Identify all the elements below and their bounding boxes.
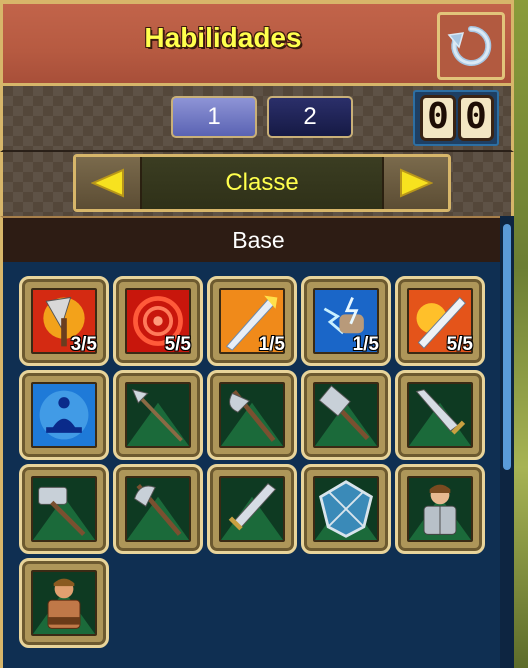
class-prev-button[interactable]: [76, 157, 142, 209]
skill-level: 3/5: [70, 334, 97, 355]
points-digit: 0: [458, 95, 494, 141]
page-selector-row: 1 2 0 0: [0, 86, 514, 152]
panel-header: Habilidades: [0, 0, 514, 86]
skills-panel: Habilidades 1 2 0 0 Classe Base 3/5 5/5 …: [0, 0, 514, 668]
sword-icon: [407, 382, 473, 448]
battle-axe-icon: [219, 382, 285, 448]
skill-slot[interactable]: [113, 370, 203, 460]
skill-slot[interactable]: [19, 558, 109, 648]
scrollbar[interactable]: [500, 216, 514, 668]
class-label: Classe: [225, 169, 299, 196]
skill-slot[interactable]: [19, 464, 109, 554]
scrollbar-thumb[interactable]: [503, 224, 511, 470]
double-axe-icon: [125, 476, 191, 542]
skill-slot[interactable]: 3/5: [19, 276, 109, 366]
skill-slot[interactable]: [113, 464, 203, 554]
panel-title: Habilidades: [144, 22, 302, 53]
class-selector-row: Classe: [0, 152, 514, 216]
meditation-icon: [31, 382, 97, 448]
broadsword-icon: [219, 476, 285, 542]
arrow-left-icon: [91, 168, 124, 198]
skill-slot[interactable]: 1/5: [301, 276, 391, 366]
armored-knight-icon: [407, 476, 473, 542]
skill-level: 1/5: [352, 334, 379, 355]
points-digit: 0: [420, 95, 456, 141]
skill-slot[interactable]: 1/5: [207, 276, 297, 366]
skill-level: 5/5: [164, 334, 191, 355]
skill-points-counter: 0 0: [413, 90, 499, 146]
skill-level: 1/5: [258, 334, 285, 355]
hammer-icon: [31, 476, 97, 542]
barbarian-icon: [31, 570, 97, 636]
skill-slot[interactable]: 5/5: [395, 276, 485, 366]
spear-icon: [125, 382, 191, 448]
skill-grid: 3/5 5/5 1/5 1/5 5/5: [0, 262, 514, 668]
class-next-button[interactable]: [382, 157, 448, 209]
skill-level: 5/5: [446, 334, 473, 355]
skill-slot[interactable]: [301, 370, 391, 460]
skill-slot[interactable]: [395, 370, 485, 460]
skill-slot[interactable]: 5/5: [113, 276, 203, 366]
refresh-button[interactable]: [437, 12, 505, 80]
skill-slot[interactable]: [395, 464, 485, 554]
page-tab-1[interactable]: 1: [171, 96, 257, 138]
skill-slot[interactable]: [19, 370, 109, 460]
skill-slot[interactable]: [207, 370, 297, 460]
arrow-right-icon: [400, 168, 433, 198]
class-selector: Classe: [73, 154, 451, 212]
skill-slot[interactable]: [207, 464, 297, 554]
refresh-icon: [447, 25, 492, 66]
page-tab-2[interactable]: 2: [267, 96, 353, 138]
skill-slot[interactable]: [301, 464, 391, 554]
warhammer-icon: [313, 382, 379, 448]
shield-icon: [313, 476, 379, 542]
section-title: Base: [0, 216, 514, 262]
